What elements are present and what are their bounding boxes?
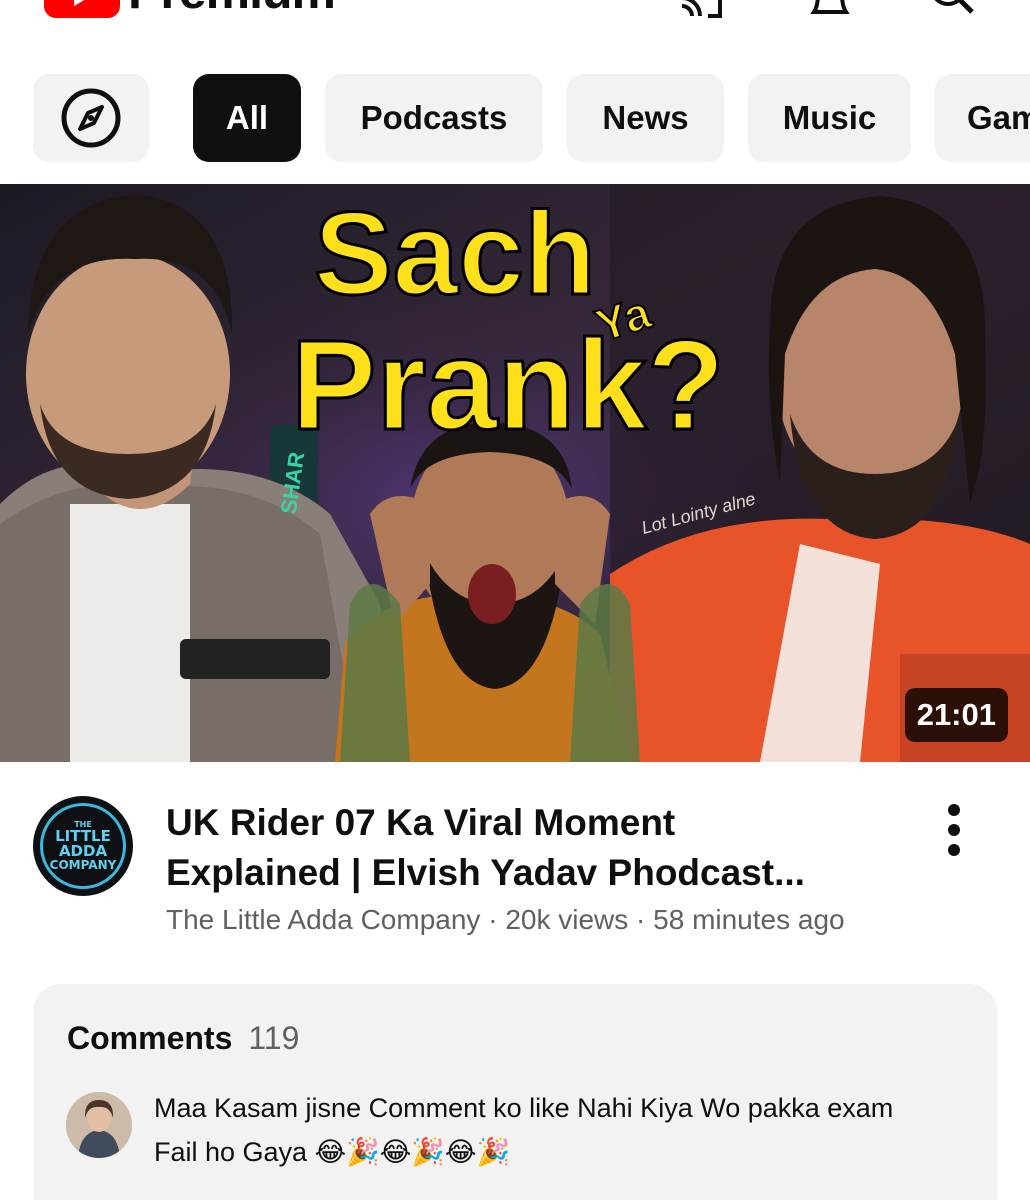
chip-news[interactable]: News <box>567 74 724 162</box>
comments-label: Comments <box>67 1020 233 1056</box>
search-icon[interactable] <box>930 0 974 18</box>
video-title-line-1: UK Rider 07 Ka Viral Moment <box>166 802 676 843</box>
filter-chips-bar: All Podcasts News Music Gam <box>0 74 1030 162</box>
avatar-text-adda: ADDA <box>58 842 108 860</box>
thumbnail-image: Sach Ya Prank? Lot Lointy alne SHAR <box>0 184 1030 762</box>
top-comment-text: Maa Kasam jisne Comment ko like Nahi Kiy… <box>154 1093 894 1167</box>
duration-badge: 21:01 <box>904 688 1008 742</box>
channel-avatar[interactable]: THE LITTLE ADDA COMPANY <box>33 796 133 896</box>
separator-dot: · <box>636 904 654 935</box>
comments-header: Comments 119 <box>67 1020 299 1057</box>
compass-icon <box>61 88 121 148</box>
upload-age: 58 minutes ago <box>653 904 845 935</box>
video-title-line-2: Explained | Elvish Yadav Phodcast... <box>166 852 805 893</box>
thumbnail-word-3: Prank? <box>291 314 725 457</box>
more-vertical-icon[interactable] <box>934 800 974 860</box>
chip-gaming[interactable]: Gam <box>935 74 1030 162</box>
commenter-avatar[interactable] <box>66 1092 132 1158</box>
video-subline: The Little Adda Company · 20k views · 58… <box>166 904 845 936</box>
thumbnail-word-1: Sach <box>314 188 596 320</box>
bell-icon[interactable] <box>808 0 852 18</box>
video-thumbnail[interactable]: Sach Ya Prank? Lot Lointy alne SHAR 21:0… <box>0 184 1030 762</box>
view-count: 20k views <box>505 904 629 935</box>
youtube-logo-icon[interactable] <box>44 0 120 18</box>
cast-icon[interactable] <box>680 0 724 18</box>
top-app-bar: Premium <box>0 0 1030 40</box>
chip-music[interactable]: Music <box>748 74 911 162</box>
video-metadata: THE LITTLE ADDA COMPANY UK Rider 07 Ka V… <box>0 790 1030 950</box>
channel-name[interactable]: The Little Adda Company <box>166 904 480 935</box>
chip-all[interactable]: All <box>193 74 301 162</box>
premium-wordmark: Premium <box>128 0 336 16</box>
separator-dot: · <box>488 904 506 935</box>
comments-teaser[interactable]: Comments 119 Maa Kasam jisne Comment ko … <box>33 984 997 1200</box>
explore-chip[interactable] <box>33 74 149 162</box>
channel-avatar-logo: THE LITTLE ADDA COMPANY <box>40 803 126 889</box>
comments-count: 119 <box>248 1020 300 1056</box>
avatar-text-company: COMPANY <box>49 858 117 872</box>
video-title[interactable]: UK Rider 07 Ka Viral Moment Explained | … <box>166 798 906 898</box>
chip-podcasts[interactable]: Podcasts <box>325 74 543 162</box>
